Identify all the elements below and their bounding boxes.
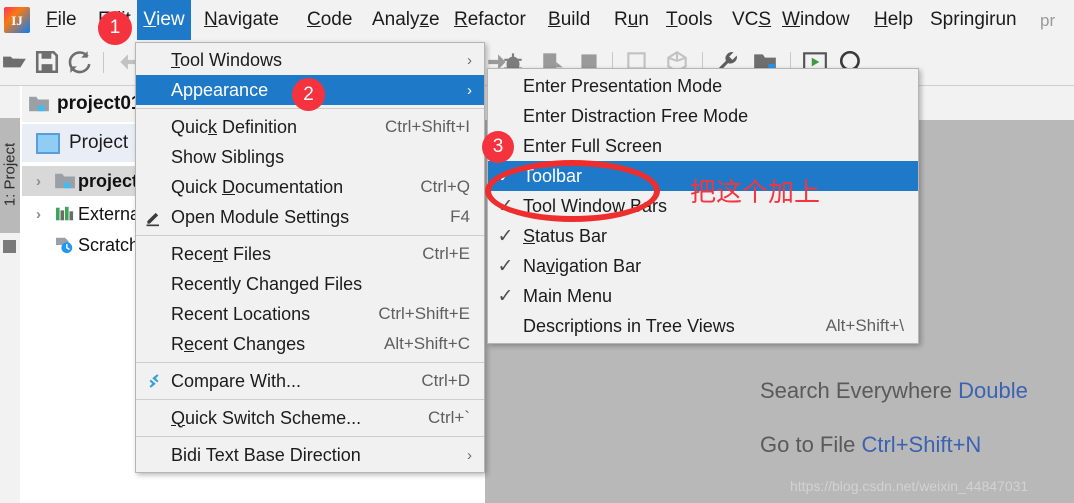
checkmark-icon: ✓ (497, 225, 514, 247)
toolbar-separator-1 (103, 52, 104, 73)
menu-build[interactable]: Build (538, 0, 600, 40)
menu-code[interactable]: Code (297, 0, 362, 40)
menu-item-main-menu[interactable]: ✓ Main Menu (488, 281, 918, 311)
menu-item-recent-changes[interactable]: Recent Changes Alt+Shift+C (136, 329, 484, 359)
menu-item-quick-documentation[interactable]: Quick Documentation Ctrl+Q (136, 172, 484, 202)
save-icon[interactable] (34, 49, 60, 75)
menu-item-accelerator: Ctrl+Shift+E (378, 304, 470, 323)
menu-separator (136, 399, 484, 400)
menu-item-label: Quick Documentation (171, 176, 344, 197)
menu-item-enter-distraction-free-mode[interactable]: Enter Distraction Free Mode (488, 101, 918, 131)
checkmark-icon: ✓ (497, 255, 514, 277)
menu-item-status-bar[interactable]: ✓ Status Bar (488, 221, 918, 251)
chevron-right-icon: › (467, 51, 472, 69)
menu-item-quick-switch-scheme[interactable]: Quick Switch Scheme... Ctrl+` (136, 403, 484, 433)
chevron-right-icon: › (467, 446, 472, 464)
annotation-note: 把这个加上 (690, 178, 821, 208)
menu-springirun[interactable]: Springirun (920, 0, 1027, 40)
menu-item-accelerator: F4 (450, 207, 470, 226)
project-window-icon (36, 132, 60, 154)
menu-item-label: Open Module Settings (171, 206, 350, 227)
menu-item-label: Quick Switch Scheme... (171, 407, 362, 428)
menu-item-label: Quick Definition (171, 116, 298, 137)
annotation-badge-2: 2 (292, 78, 325, 111)
module-folder-icon (29, 96, 49, 112)
menu-item-accelerator: Ctrl+D (421, 371, 470, 390)
module-folder-icon (54, 172, 78, 190)
menu-navigate[interactable]: Navigate (194, 0, 289, 40)
app-logo-icon: IJ (4, 7, 30, 33)
tab-project[interactable]: Project (69, 132, 128, 154)
compare-icon (136, 372, 171, 390)
menu-window[interactable]: Window (772, 0, 860, 40)
menu-item-descriptions-in-tree-views[interactable]: Descriptions in Tree Views Alt+Shift+\ (488, 311, 918, 341)
menu-item-label: Enter Full Screen (523, 135, 663, 156)
annotation-badge-3: 3 (482, 131, 514, 163)
scratches-icon (54, 236, 78, 254)
menu-refactor[interactable]: Refactor (444, 0, 536, 40)
menu-item-accelerator: Ctrl+Q (420, 177, 470, 196)
menu-analyze[interactable]: Analy z e (362, 0, 450, 40)
menu-item-navigation-bar[interactable]: ✓ Navigation Bar (488, 251, 918, 281)
sync-icon[interactable] (66, 49, 92, 75)
edit-pencil-icon (136, 207, 171, 227)
menu-view[interactable]: View (137, 0, 191, 40)
menu-item-open-module-settings[interactable]: Open Module Settings F4 (136, 202, 484, 232)
menu-separator (136, 436, 484, 437)
chevron-right-icon: › (467, 81, 472, 99)
menu-item-accelerator: Ctrl+` (427, 408, 470, 427)
menu-item-label: Descriptions in Tree Views (523, 315, 735, 336)
main-menu-bar: IJ File Edit View Navigate Code Analyze … (0, 0, 1074, 41)
menu-item-accelerator: Ctrl+Shift+I (384, 117, 470, 136)
app-logo-text: IJ (11, 12, 23, 28)
menu-separator (136, 235, 484, 236)
menu-item-label: Bidi Text Base Direction (171, 444, 361, 465)
annotation-ellipse (485, 160, 660, 222)
menu-item-bidi-text-base-direction[interactable]: Bidi Text Base Direction › (136, 440, 484, 470)
tool-window-marker (3, 240, 16, 253)
menu-item-accelerator: Alt+Shift+C (384, 334, 470, 353)
menu-item-label: Enter Presentation Mode (523, 75, 723, 96)
menu-item-recently-changed-files[interactable]: Recently Changed Files (136, 269, 484, 299)
menu-item-quick-definition[interactable]: Quick Definition Ctrl+Shift+I (136, 112, 484, 142)
menu-separator (136, 362, 484, 363)
menu-item-label: Recent Locations (171, 303, 311, 324)
chevron-right-icon[interactable]: › (36, 173, 54, 190)
watermark: https://blog.csdn.net/weixin_44847031 (790, 478, 1029, 494)
menu-item-accelerator: Ctrl+E (422, 244, 470, 263)
menu-item-recent-files[interactable]: Recent Files Ctrl+E (136, 239, 484, 269)
menu-item-label: Show Siblings (171, 146, 285, 167)
menu-item-label: Tool Windows (171, 49, 283, 70)
menu-tools[interactable]: Tools (656, 0, 722, 40)
menu-help[interactable]: Help (864, 0, 923, 40)
hint-search-everywhere: Search Everywhere Double (760, 378, 1028, 403)
page-title: project01 (57, 93, 142, 114)
menu-item-show-siblings[interactable]: Show Siblings (136, 142, 484, 172)
menu-item-recent-locations[interactable]: Recent Locations Ctrl+Shift+E (136, 299, 484, 329)
menu-item-tool-windows[interactable]: Tool Windows › (136, 45, 484, 75)
menu-item-enter-presentation-mode[interactable]: Enter Presentation Mode (488, 71, 918, 101)
annotation-badge-1: 1 (98, 11, 132, 45)
hint-go-to-file: Go to File Ctrl+Shift+N (760, 432, 982, 457)
menu-item-label: Enter Distraction Free Mode (523, 105, 749, 126)
menu-item-label: Compare With... (171, 370, 302, 391)
libraries-icon (54, 205, 78, 223)
sidebar-item-project-tab[interactable]: 1: Project (0, 118, 20, 233)
menu-item-label: Recent Changes (171, 333, 306, 354)
menu-item-label: Status Bar (523, 225, 608, 246)
menu-item-enter-full-screen[interactable]: Enter Full Screen (488, 131, 918, 161)
sidebar-item-project-label: 1: Project (1, 142, 19, 207)
menu-item-label: Recently Changed Files (171, 273, 363, 294)
menu-run[interactable]: Run (604, 0, 659, 40)
checkmark-icon: ✓ (497, 285, 514, 307)
chevron-right-icon[interactable]: › (36, 206, 54, 223)
menu-item-label: Main Menu (523, 285, 613, 306)
open-folder-icon[interactable] (2, 49, 28, 75)
menu-item-label: Navigation Bar (523, 255, 642, 276)
menu-item-compare-with[interactable]: Compare With... Ctrl+D (136, 366, 484, 396)
window-title-trailing: pr (1040, 11, 1056, 30)
menu-item-label: Recent Files (171, 243, 272, 264)
menu-item-accelerator: Alt+Shift+\ (825, 316, 904, 335)
menu-file[interactable]: File (36, 0, 87, 40)
